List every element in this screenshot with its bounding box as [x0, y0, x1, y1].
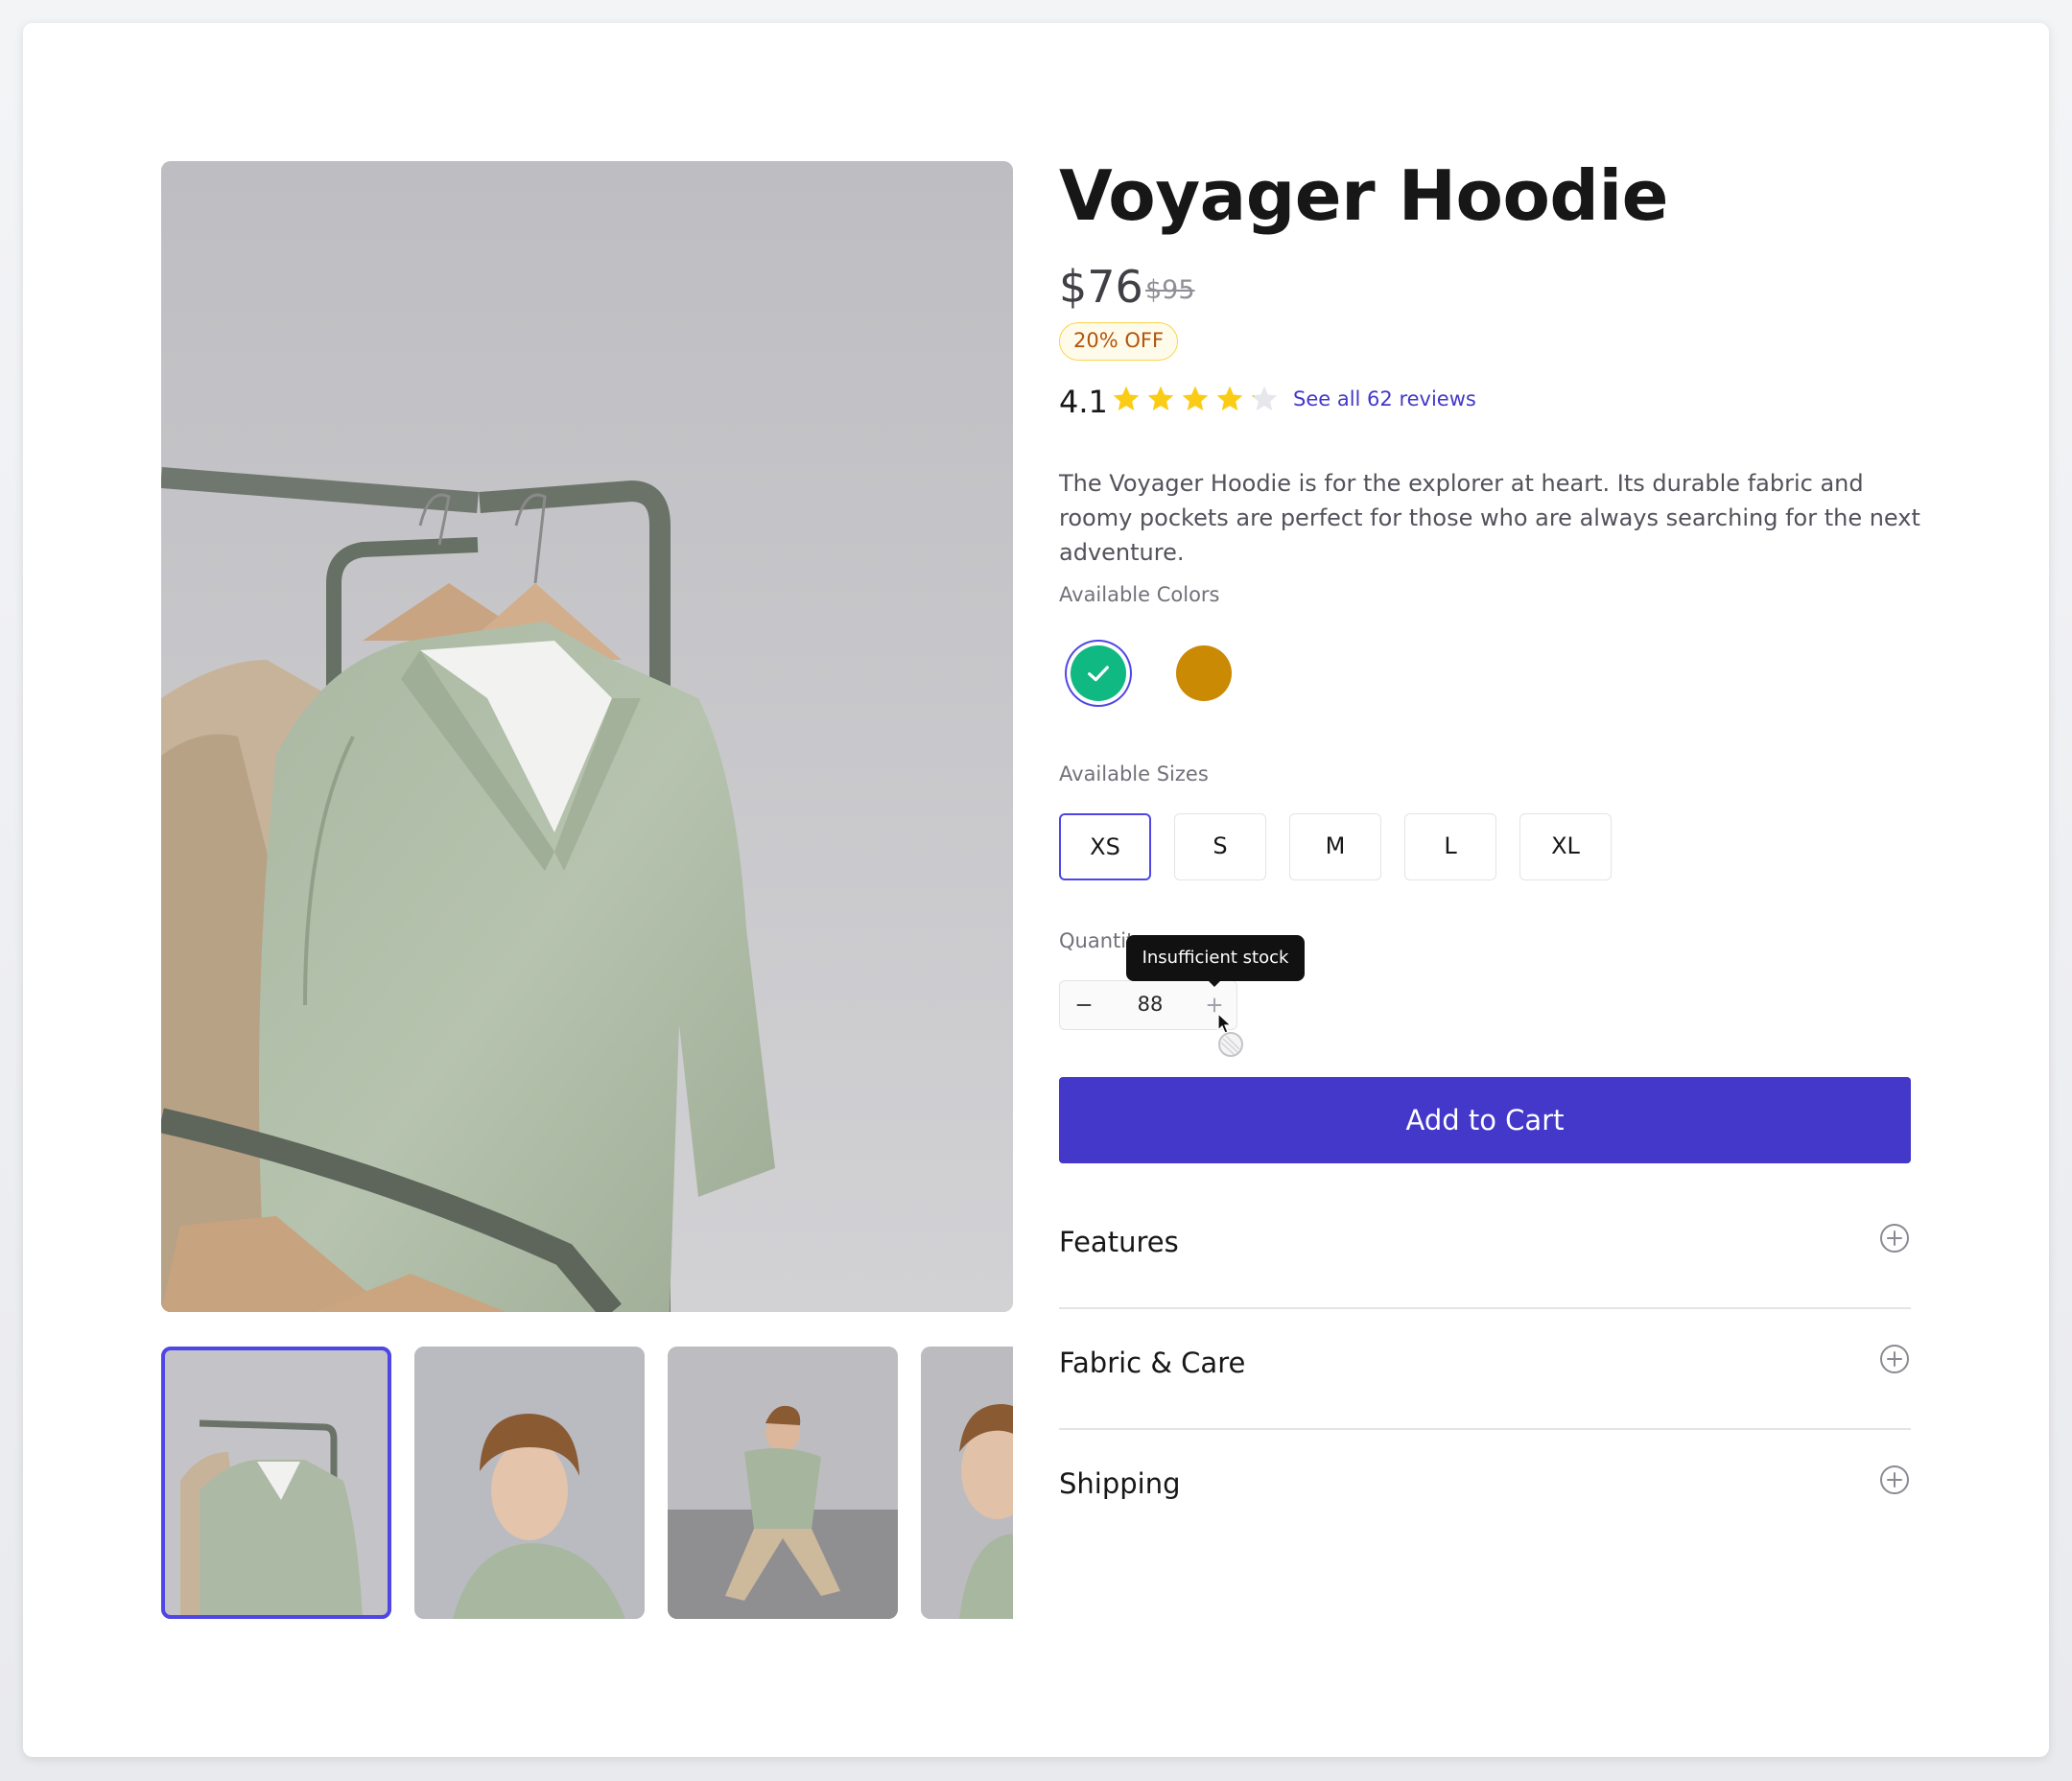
- main-product-image: [161, 161, 1013, 1312]
- sizes-label: Available Sizes: [1059, 762, 1209, 785]
- see-reviews-link[interactable]: See all 62 reviews: [1293, 387, 1476, 410]
- size-option-xl[interactable]: XL: [1519, 813, 1612, 880]
- tooltip-arrow: [1207, 979, 1222, 987]
- star-icon: [1216, 386, 1243, 410]
- product-title: Voyager Hoodie: [1059, 155, 1668, 236]
- accordion-shipping[interactable]: Shipping: [1059, 1464, 1911, 1588]
- star-icon: [1147, 386, 1174, 410]
- accordion-fabric-care[interactable]: Fabric & Care: [1059, 1345, 1911, 1467]
- accordion-title: Features: [1059, 1226, 1179, 1258]
- plus-circle-icon[interactable]: [1878, 1222, 1911, 1254]
- current-price: $76: [1059, 261, 1143, 313]
- thumbnail-strip: [161, 1347, 1013, 1619]
- accordion-features[interactable]: Features: [1059, 1224, 1911, 1347]
- accordion-title: Fabric & Care: [1059, 1347, 1246, 1379]
- star-icon: [1251, 386, 1278, 410]
- divider: [1059, 1428, 1911, 1430]
- not-allowed-icon: [1218, 1032, 1243, 1057]
- add-to-cart-button[interactable]: Add to Cart: [1059, 1077, 1911, 1163]
- thumbnail-4[interactable]: [921, 1347, 1013, 1619]
- accordion-title: Shipping: [1059, 1467, 1181, 1500]
- star-icon: [1182, 386, 1209, 410]
- size-option-s[interactable]: S: [1174, 813, 1266, 880]
- quantity-stepper: 88: [1059, 980, 1237, 1030]
- rating-stars: [1111, 384, 1280, 416]
- minus-icon[interactable]: [1071, 993, 1096, 1018]
- size-option-xs[interactable]: XS: [1059, 813, 1151, 880]
- colors-label: Available Colors: [1059, 583, 1220, 606]
- thumbnail-1[interactable]: [161, 1347, 391, 1619]
- check-icon: [1088, 666, 1109, 682]
- color-swatch-green[interactable]: [1071, 645, 1126, 701]
- plus-circle-icon[interactable]: [1878, 1464, 1911, 1496]
- star-icon: [1113, 386, 1140, 410]
- thumbnail-3[interactable]: [668, 1347, 898, 1619]
- rating-value: 4.1: [1059, 384, 1108, 420]
- original-price: $95: [1145, 275, 1195, 305]
- thumbnail-2[interactable]: [414, 1347, 645, 1619]
- divider: [1059, 1307, 1911, 1309]
- quantity-value[interactable]: 88: [1114, 993, 1187, 1016]
- color-swatch-amber[interactable]: [1176, 645, 1232, 701]
- product-description: The Voyager Hoodie is for the explorer a…: [1059, 470, 1920, 566]
- plus-circle-icon[interactable]: [1878, 1343, 1911, 1375]
- insufficient-stock-tooltip: Insufficient stock: [1126, 935, 1305, 981]
- discount-badge: 20% OFF: [1059, 322, 1179, 361]
- size-option-m[interactable]: M: [1289, 813, 1381, 880]
- size-option-l[interactable]: L: [1404, 813, 1496, 880]
